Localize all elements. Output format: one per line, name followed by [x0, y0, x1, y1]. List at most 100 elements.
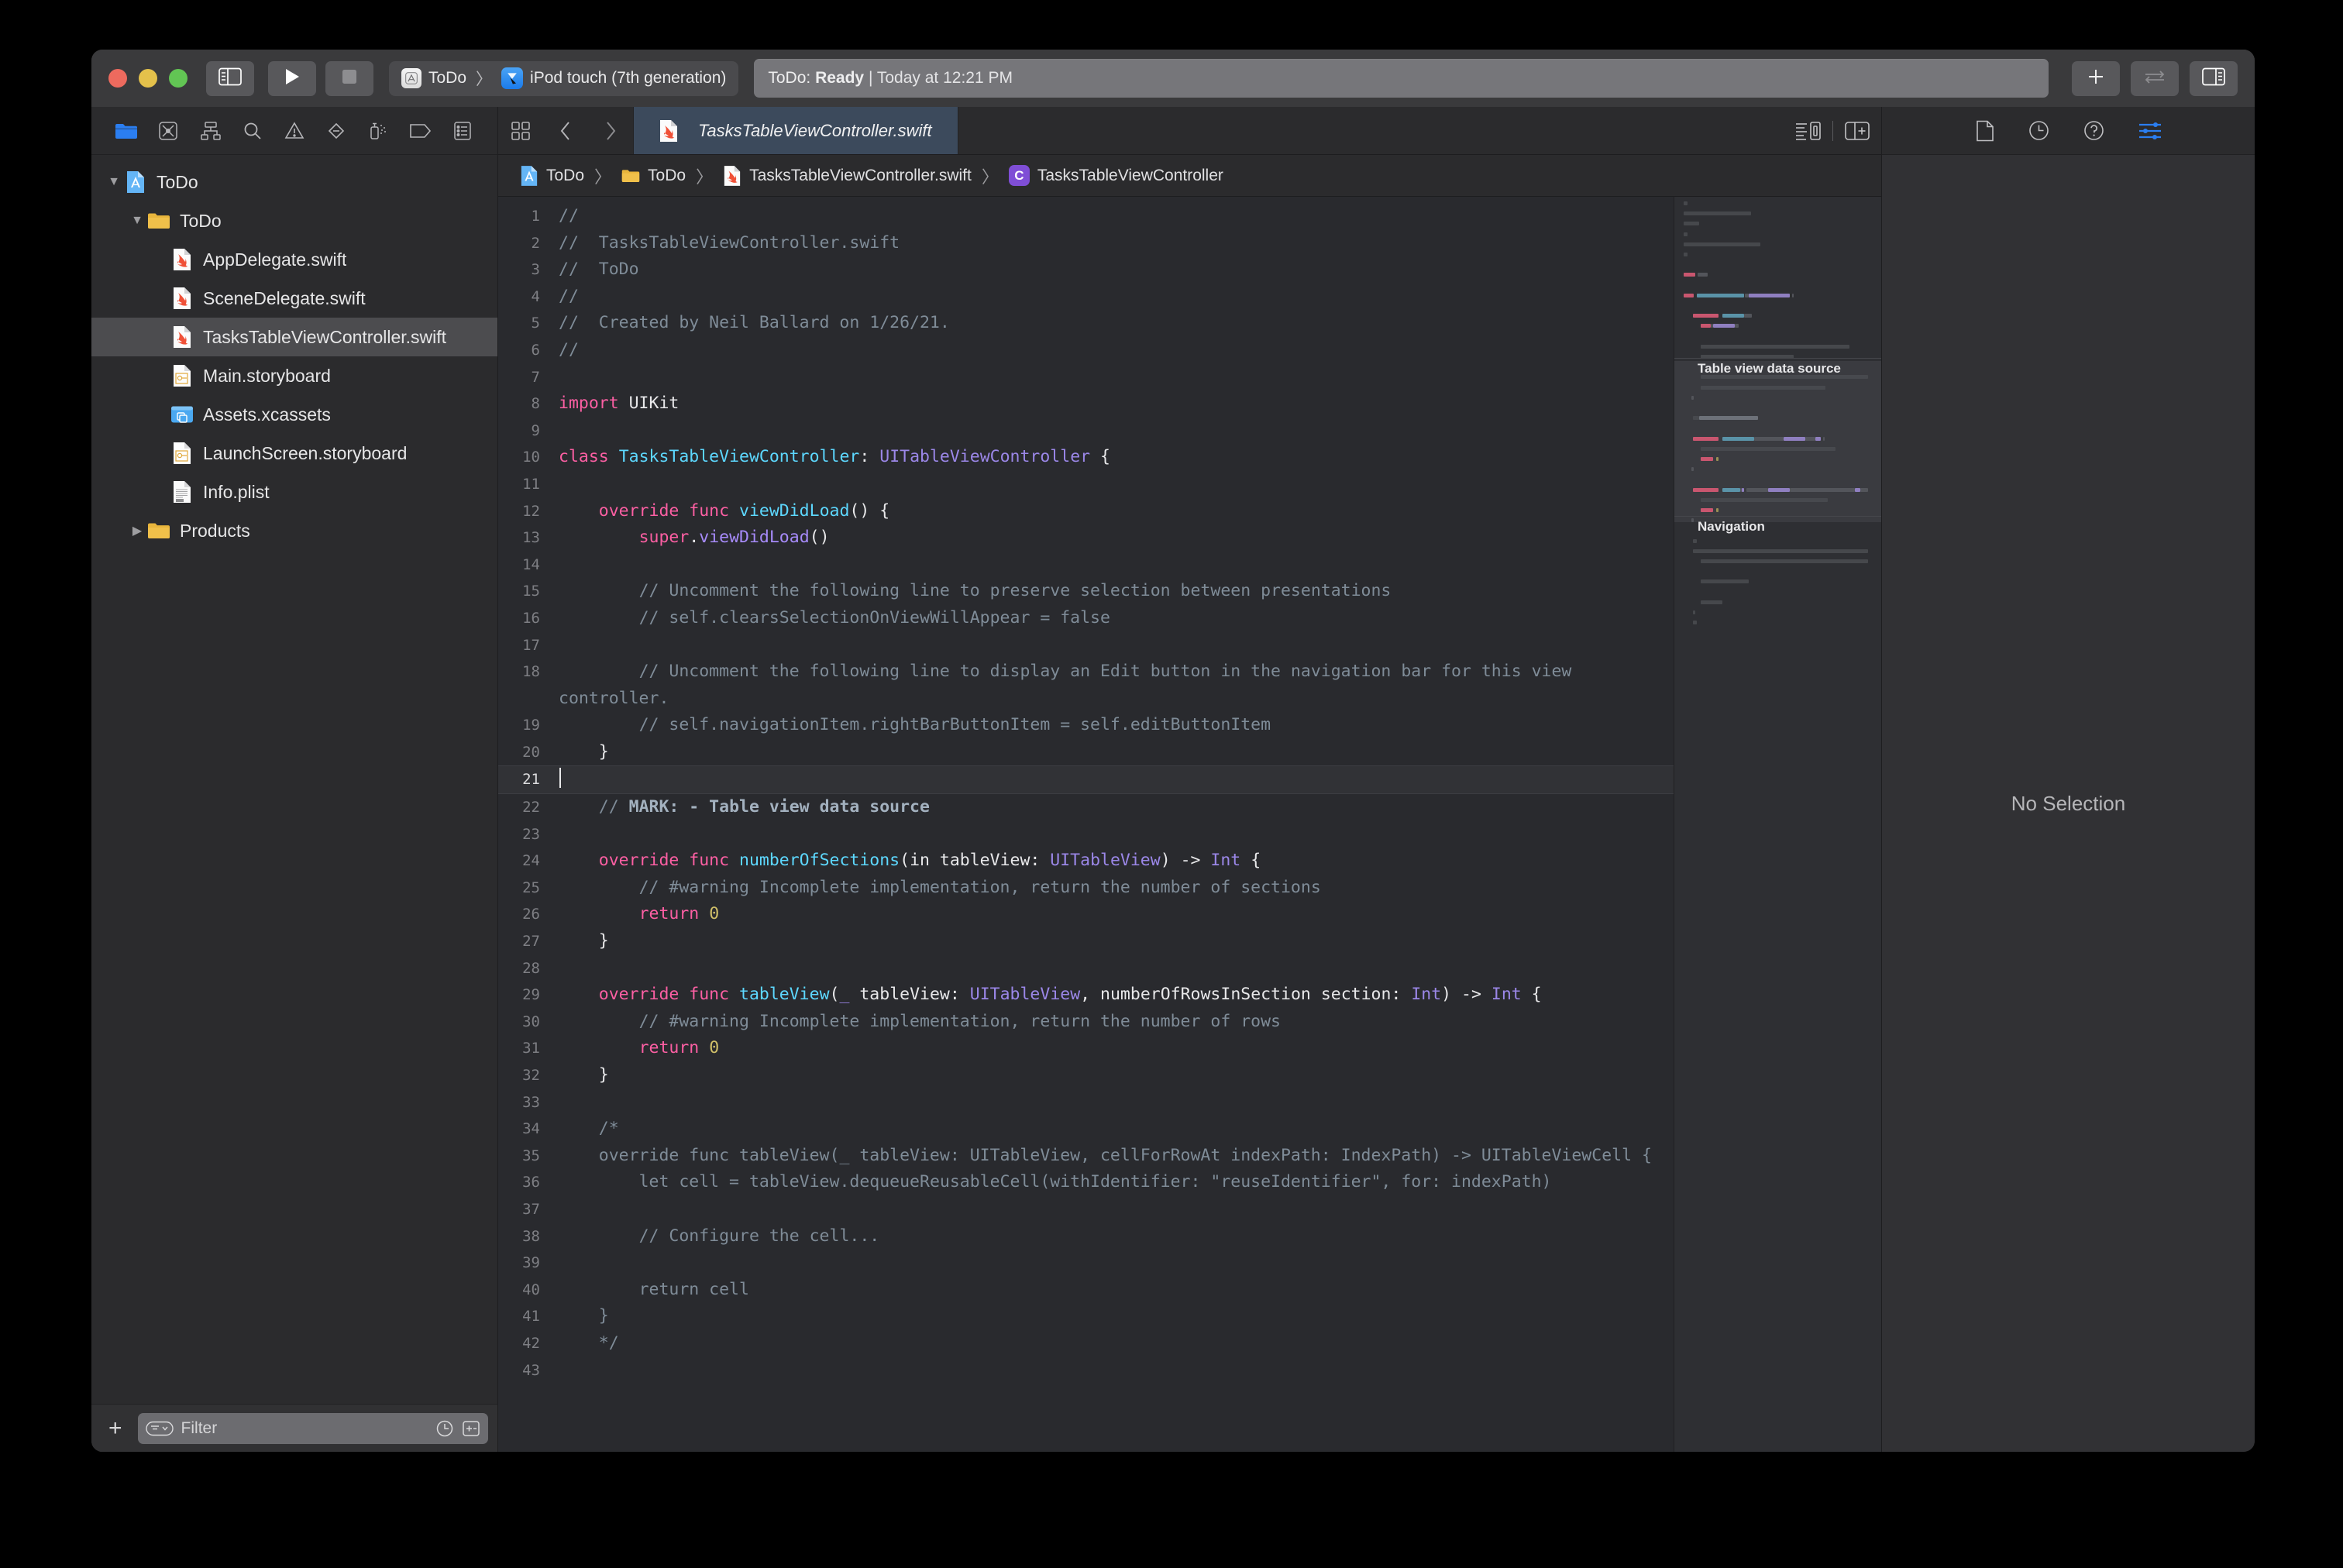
- code-line[interactable]: 41 }: [498, 1303, 1674, 1330]
- folder-icon[interactable]: [105, 113, 147, 149]
- navigator-row-todo[interactable]: ▼ ToDo: [91, 201, 497, 240]
- navigator-row-launchscreen-storyboard[interactable]: ▶LaunchScreen.storyboard: [91, 434, 497, 473]
- code-line[interactable]: 6 //: [498, 337, 1674, 364]
- project-navigator-tree[interactable]: ▼ToDo▼ToDo▶AppDelegate.swift▶SceneDelega…: [91, 155, 497, 1404]
- code-line[interactable]: 16 // self.clearsSelectionOnViewWillAppe…: [498, 605, 1674, 632]
- navigator-row-main-storyboard[interactable]: ▶Main.storyboard: [91, 356, 497, 395]
- breadcrumb-item-2[interactable]: TasksTableViewController.swift: [723, 165, 972, 186]
- code-line[interactable]: 17: [498, 632, 1674, 659]
- code-line[interactable]: 27 }: [498, 928, 1674, 955]
- test-icon[interactable]: [357, 113, 399, 149]
- code-line[interactable]: 9: [498, 418, 1674, 445]
- code-line[interactable]: 14: [498, 552, 1674, 579]
- code-minimap[interactable]: Table view data source Navigation: [1674, 197, 1881, 1452]
- code-line[interactable]: 12 override func viewDidLoad() {: [498, 498, 1674, 525]
- clock-icon[interactable]: [435, 1419, 454, 1438]
- close-window-button[interactable]: [108, 69, 127, 88]
- code-line[interactable]: 26 return 0: [498, 901, 1674, 928]
- tag-icon[interactable]: [400, 113, 442, 149]
- editor-tab-taskstableviewcontroller[interactable]: TasksTableViewController.swift: [633, 107, 958, 154]
- navigator-row-info-plist[interactable]: ▶Info.plist: [91, 473, 497, 511]
- code-line[interactable]: 20 }: [498, 739, 1674, 766]
- source-control-icon[interactable]: [147, 113, 189, 149]
- warning-triangle-icon[interactable]: [274, 113, 315, 149]
- navigator-row-appdelegate-swift[interactable]: ▶AppDelegate.swift: [91, 240, 497, 279]
- breadcrumb-item-3[interactable]: C TasksTableViewController: [1008, 165, 1223, 186]
- filter-input[interactable]: Filter: [137, 1412, 488, 1444]
- breadcrumb-item-1[interactable]: ToDo: [621, 166, 686, 186]
- source-control-filter-icon[interactable]: [462, 1419, 480, 1438]
- disclosure-closed-icon[interactable]: ▶: [127, 523, 147, 538]
- code-line[interactable]: 7: [498, 364, 1674, 391]
- code-line[interactable]: 15 // Uncomment the following line to pr…: [498, 578, 1674, 605]
- breakpoint-icon[interactable]: [315, 113, 357, 149]
- code-line[interactable]: 13 super.viewDidLoad(): [498, 524, 1674, 552]
- minimap-toggle-icon[interactable]: [1784, 107, 1832, 154]
- report-icon[interactable]: [442, 113, 483, 149]
- source-code[interactable]: 1 // 2 // TasksTableViewController.swift 3 //…: [498, 197, 1674, 1384]
- code-line[interactable]: 8 import UIKit: [498, 390, 1674, 418]
- code-line[interactable]: 33: [498, 1089, 1674, 1116]
- minimize-window-button[interactable]: [139, 69, 157, 88]
- scheme-selector[interactable]: ToDo 〉 iPod touch (7th generation): [389, 60, 739, 96]
- breadcrumb[interactable]: ToDo 〉 ToDo 〉 TasksTableViewController.swift…: [498, 155, 1881, 197]
- code-line[interactable]: 40 return cell: [498, 1277, 1674, 1304]
- code-line[interactable]: 35 override func tableView(_ tableView: …: [498, 1143, 1674, 1170]
- add-editor-icon[interactable]: [1833, 107, 1881, 154]
- swap-editors-button[interactable]: [2131, 60, 2179, 96]
- disclosure-open-icon[interactable]: ▼: [104, 175, 124, 189]
- history-inspector-icon[interactable]: [2028, 120, 2049, 141]
- navigator-row-scenedelegate-swift[interactable]: ▶SceneDelegate.swift: [91, 279, 497, 318]
- breadcrumb-item-0[interactable]: ToDo: [520, 165, 584, 186]
- disclosure-open-icon[interactable]: ▼: [127, 214, 147, 228]
- symbol-hierarchy-icon[interactable]: [189, 113, 231, 149]
- code-line[interactable]: 31 return 0: [498, 1035, 1674, 1062]
- toggle-navigator-button[interactable]: [206, 60, 254, 96]
- sliders-icon[interactable]: [2138, 121, 2162, 141]
- activity-status-bar[interactable]: ToDo: Ready | Today at 12:21 PM: [754, 59, 2049, 98]
- search-icon[interactable]: [232, 113, 274, 149]
- code-line[interactable]: 19 // self.navigationItem.rightBarButton…: [498, 712, 1674, 739]
- tab-grid-icon[interactable]: [498, 107, 543, 154]
- zoom-window-button[interactable]: [169, 69, 188, 88]
- add-editor-button[interactable]: [2072, 60, 2120, 96]
- minimap-mark-label[interactable]: Navigation: [1698, 519, 1765, 535]
- navigator-row-todo[interactable]: ▼ ToDo: [91, 163, 497, 201]
- nav-back-button[interactable]: [543, 107, 588, 154]
- stop-button[interactable]: [325, 60, 373, 96]
- quick-help-icon[interactable]: [2083, 120, 2104, 141]
- code-line[interactable]: 36 let cell = tableView.dequeueReusableC…: [498, 1169, 1674, 1196]
- code-line[interactable]: 42 */: [498, 1330, 1674, 1357]
- code-line[interactable]: 18 // Uncomment the following line to di…: [498, 658, 1674, 712]
- code-line[interactable]: 39: [498, 1250, 1674, 1277]
- code-line[interactable]: 23: [498, 821, 1674, 848]
- navigator-row-taskstableviewcontroller-swift[interactable]: ▶TasksTableViewController.swift: [91, 318, 497, 356]
- code-line[interactable]: 4 //: [498, 284, 1674, 311]
- minimap-mark-label[interactable]: Table view data source: [1698, 361, 1841, 377]
- code-line[interactable]: 10 class TasksTableViewController: UITabl…: [498, 444, 1674, 471]
- code-line[interactable]: 3 // ToDo: [498, 256, 1674, 284]
- code-line[interactable]: 1 //: [498, 203, 1674, 230]
- code-scroll-area[interactable]: 1 // 2 // TasksTableViewController.swift 3 //…: [498, 197, 1674, 1452]
- run-button[interactable]: [268, 60, 316, 96]
- code-line[interactable]: 2 // TasksTableViewController.swift: [498, 230, 1674, 257]
- file-inspector-icon[interactable]: [1976, 120, 1994, 142]
- toggle-inspector-button[interactable]: [2190, 60, 2238, 96]
- code-line[interactable]: 24 override func numberOfSections(in tab…: [498, 848, 1674, 875]
- navigator-row-assets-xcassets[interactable]: ▶Assets.xcassets: [91, 395, 497, 434]
- code-line[interactable]: 11: [498, 471, 1674, 498]
- code-line[interactable]: 5 // Created by Neil Ballard on 1/26/21.: [498, 310, 1674, 337]
- code-line[interactable]: 22 // MARK: - Table view data source: [498, 794, 1674, 821]
- code-line[interactable]: 37: [498, 1196, 1674, 1223]
- code-line[interactable]: 30 // #warning Incomplete implementation…: [498, 1009, 1674, 1036]
- code-line[interactable]: 25 // #warning Incomplete implementation…: [498, 875, 1674, 902]
- code-line[interactable]: 29 override func tableView(_ tableView: …: [498, 982, 1674, 1009]
- code-line[interactable]: 43: [498, 1357, 1674, 1384]
- add-file-button[interactable]: +: [102, 1416, 129, 1440]
- navigator-row-products[interactable]: ▶ Products: [91, 511, 497, 550]
- code-line-current[interactable]: 21: [498, 765, 1674, 795]
- nav-forward-button[interactable]: [588, 107, 633, 154]
- code-line[interactable]: 32 }: [498, 1062, 1674, 1089]
- code-line[interactable]: 34 /*: [498, 1116, 1674, 1143]
- code-line[interactable]: 38 // Configure the cell...: [498, 1223, 1674, 1250]
